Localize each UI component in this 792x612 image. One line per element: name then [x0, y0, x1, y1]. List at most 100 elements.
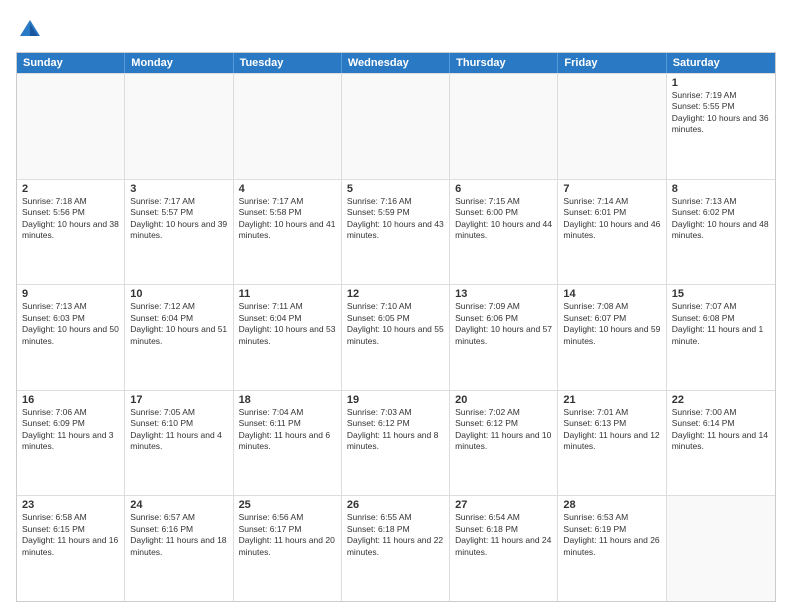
calendar-cell [234, 74, 342, 179]
day-info: Sunrise: 7:18 AMSunset: 5:56 PMDaylight:… [22, 196, 119, 242]
weekday-header: Wednesday [342, 53, 450, 73]
calendar-cell: 3Sunrise: 7:17 AMSunset: 5:57 PMDaylight… [125, 180, 233, 285]
day-info: Sunrise: 7:17 AMSunset: 5:58 PMDaylight:… [239, 196, 336, 242]
day-number: 23 [22, 499, 119, 511]
day-number: 15 [672, 288, 770, 300]
day-number: 21 [563, 394, 660, 406]
day-info: Sunrise: 6:57 AMSunset: 6:16 PMDaylight:… [130, 512, 227, 558]
day-number: 5 [347, 183, 444, 195]
calendar-page: SundayMondayTuesdayWednesdayThursdayFrid… [0, 0, 792, 612]
calendar-cell: 5Sunrise: 7:16 AMSunset: 5:59 PMDaylight… [342, 180, 450, 285]
calendar-cell: 21Sunrise: 7:01 AMSunset: 6:13 PMDayligh… [558, 391, 666, 496]
day-info: Sunrise: 7:14 AMSunset: 6:01 PMDaylight:… [563, 196, 660, 242]
calendar-cell: 10Sunrise: 7:12 AMSunset: 6:04 PMDayligh… [125, 285, 233, 390]
day-info: Sunrise: 7:11 AMSunset: 6:04 PMDaylight:… [239, 301, 336, 347]
day-number: 13 [455, 288, 552, 300]
day-number: 18 [239, 394, 336, 406]
calendar-cell [17, 74, 125, 179]
day-number: 28 [563, 499, 660, 511]
calendar-row: 1Sunrise: 7:19 AMSunset: 5:55 PMDaylight… [17, 73, 775, 179]
day-info: Sunrise: 7:05 AMSunset: 6:10 PMDaylight:… [130, 407, 227, 453]
day-number: 10 [130, 288, 227, 300]
weekday-header: Thursday [450, 53, 558, 73]
day-number: 8 [672, 183, 770, 195]
calendar-cell: 1Sunrise: 7:19 AMSunset: 5:55 PMDaylight… [667, 74, 775, 179]
day-info: Sunrise: 6:54 AMSunset: 6:18 PMDaylight:… [455, 512, 552, 558]
calendar-cell: 18Sunrise: 7:04 AMSunset: 6:11 PMDayligh… [234, 391, 342, 496]
day-info: Sunrise: 7:15 AMSunset: 6:00 PMDaylight:… [455, 196, 552, 242]
day-number: 1 [672, 77, 770, 89]
day-number: 20 [455, 394, 552, 406]
day-info: Sunrise: 6:53 AMSunset: 6:19 PMDaylight:… [563, 512, 660, 558]
calendar-cell: 26Sunrise: 6:55 AMSunset: 6:18 PMDayligh… [342, 496, 450, 601]
day-number: 2 [22, 183, 119, 195]
day-info: Sunrise: 7:07 AMSunset: 6:08 PMDaylight:… [672, 301, 770, 347]
day-number: 3 [130, 183, 227, 195]
weekday-header: Sunday [17, 53, 125, 73]
calendar-cell [558, 74, 666, 179]
calendar-header: SundayMondayTuesdayWednesdayThursdayFrid… [17, 53, 775, 73]
day-number: 9 [22, 288, 119, 300]
calendar-cell: 7Sunrise: 7:14 AMSunset: 6:01 PMDaylight… [558, 180, 666, 285]
calendar-cell: 22Sunrise: 7:00 AMSunset: 6:14 PMDayligh… [667, 391, 775, 496]
logo-icon [16, 16, 44, 44]
day-info: Sunrise: 7:01 AMSunset: 6:13 PMDaylight:… [563, 407, 660, 453]
day-info: Sunrise: 7:12 AMSunset: 6:04 PMDaylight:… [130, 301, 227, 347]
calendar-cell: 8Sunrise: 7:13 AMSunset: 6:02 PMDaylight… [667, 180, 775, 285]
weekday-header: Tuesday [234, 53, 342, 73]
calendar-row: 9Sunrise: 7:13 AMSunset: 6:03 PMDaylight… [17, 284, 775, 390]
calendar-cell: 19Sunrise: 7:03 AMSunset: 6:12 PMDayligh… [342, 391, 450, 496]
day-info: Sunrise: 7:00 AMSunset: 6:14 PMDaylight:… [672, 407, 770, 453]
day-number: 19 [347, 394, 444, 406]
calendar-cell: 20Sunrise: 7:02 AMSunset: 6:12 PMDayligh… [450, 391, 558, 496]
calendar-cell: 12Sunrise: 7:10 AMSunset: 6:05 PMDayligh… [342, 285, 450, 390]
day-number: 27 [455, 499, 552, 511]
day-info: Sunrise: 7:13 AMSunset: 6:02 PMDaylight:… [672, 196, 770, 242]
day-number: 26 [347, 499, 444, 511]
calendar-cell [342, 74, 450, 179]
calendar-body: 1Sunrise: 7:19 AMSunset: 5:55 PMDaylight… [17, 73, 775, 601]
day-info: Sunrise: 6:56 AMSunset: 6:17 PMDaylight:… [239, 512, 336, 558]
calendar-cell: 27Sunrise: 6:54 AMSunset: 6:18 PMDayligh… [450, 496, 558, 601]
calendar-cell: 24Sunrise: 6:57 AMSunset: 6:16 PMDayligh… [125, 496, 233, 601]
day-info: Sunrise: 7:04 AMSunset: 6:11 PMDaylight:… [239, 407, 336, 453]
day-info: Sunrise: 7:17 AMSunset: 5:57 PMDaylight:… [130, 196, 227, 242]
calendar-cell: 28Sunrise: 6:53 AMSunset: 6:19 PMDayligh… [558, 496, 666, 601]
calendar-cell: 14Sunrise: 7:08 AMSunset: 6:07 PMDayligh… [558, 285, 666, 390]
calendar-row: 16Sunrise: 7:06 AMSunset: 6:09 PMDayligh… [17, 390, 775, 496]
calendar-cell: 11Sunrise: 7:11 AMSunset: 6:04 PMDayligh… [234, 285, 342, 390]
day-info: Sunrise: 7:19 AMSunset: 5:55 PMDaylight:… [672, 90, 770, 136]
day-number: 7 [563, 183, 660, 195]
day-number: 17 [130, 394, 227, 406]
day-info: Sunrise: 7:10 AMSunset: 6:05 PMDaylight:… [347, 301, 444, 347]
calendar-cell: 13Sunrise: 7:09 AMSunset: 6:06 PMDayligh… [450, 285, 558, 390]
day-number: 16 [22, 394, 119, 406]
calendar-cell [667, 496, 775, 601]
day-number: 6 [455, 183, 552, 195]
day-info: Sunrise: 7:13 AMSunset: 6:03 PMDaylight:… [22, 301, 119, 347]
calendar-cell: 9Sunrise: 7:13 AMSunset: 6:03 PMDaylight… [17, 285, 125, 390]
calendar-cell [125, 74, 233, 179]
calendar-cell: 17Sunrise: 7:05 AMSunset: 6:10 PMDayligh… [125, 391, 233, 496]
calendar-row: 2Sunrise: 7:18 AMSunset: 5:56 PMDaylight… [17, 179, 775, 285]
calendar-row: 23Sunrise: 6:58 AMSunset: 6:15 PMDayligh… [17, 495, 775, 601]
calendar-cell: 15Sunrise: 7:07 AMSunset: 6:08 PMDayligh… [667, 285, 775, 390]
day-number: 14 [563, 288, 660, 300]
logo [16, 16, 48, 44]
day-info: Sunrise: 7:03 AMSunset: 6:12 PMDaylight:… [347, 407, 444, 453]
header [16, 16, 776, 44]
calendar-cell: 2Sunrise: 7:18 AMSunset: 5:56 PMDaylight… [17, 180, 125, 285]
calendar-cell: 16Sunrise: 7:06 AMSunset: 6:09 PMDayligh… [17, 391, 125, 496]
calendar-cell: 23Sunrise: 6:58 AMSunset: 6:15 PMDayligh… [17, 496, 125, 601]
day-info: Sunrise: 7:08 AMSunset: 6:07 PMDaylight:… [563, 301, 660, 347]
day-info: Sunrise: 7:16 AMSunset: 5:59 PMDaylight:… [347, 196, 444, 242]
weekday-header: Friday [558, 53, 666, 73]
calendar: SundayMondayTuesdayWednesdayThursdayFrid… [16, 52, 776, 602]
day-number: 22 [672, 394, 770, 406]
weekday-header: Saturday [667, 53, 775, 73]
calendar-cell: 6Sunrise: 7:15 AMSunset: 6:00 PMDaylight… [450, 180, 558, 285]
day-number: 4 [239, 183, 336, 195]
calendar-cell: 25Sunrise: 6:56 AMSunset: 6:17 PMDayligh… [234, 496, 342, 601]
day-info: Sunrise: 7:06 AMSunset: 6:09 PMDaylight:… [22, 407, 119, 453]
day-number: 25 [239, 499, 336, 511]
